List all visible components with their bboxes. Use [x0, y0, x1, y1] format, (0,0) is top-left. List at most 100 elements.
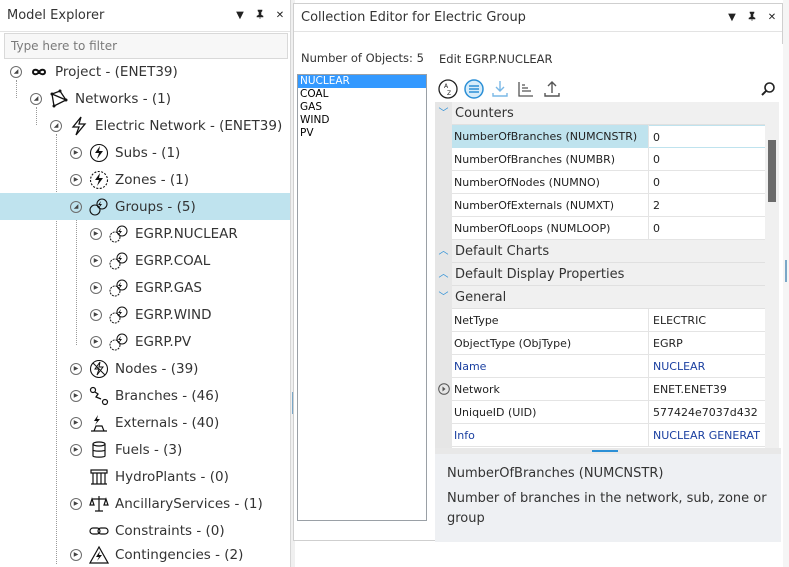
category-general[interactable]: ﹀ General [435, 285, 765, 309]
collapse-toggle-icon[interactable]: ◢ [10, 65, 22, 78]
tree-item-egrp-wind[interactable]: ▶ EGRP.WIND [0, 301, 290, 328]
property-row[interactable]: NumberOfBranches (NUMCNSTR) 0 [435, 124, 765, 148]
object-list[interactable]: NUCLEAR COAL GAS WIND PV [297, 74, 427, 521]
scrollbar-thumb[interactable] [768, 140, 776, 202]
property-value[interactable]: EGRP [649, 332, 765, 355]
chevron-up-icon[interactable]: ︿ [435, 262, 452, 286]
property-value[interactable]: 0 [649, 148, 765, 171]
tree-item-egrp-coal[interactable]: ▶ EGRP.COAL [0, 247, 290, 274]
property-name: Name [452, 354, 649, 378]
chevron-down-icon[interactable]: ﹀ [435, 102, 452, 125]
categorized-view-icon[interactable] [461, 77, 487, 101]
tree-item-zones[interactable]: ▶ Zones - (1) [0, 166, 290, 193]
chevron-down-icon[interactable]: ﹀ [435, 285, 452, 309]
property-row[interactable]: NumberOfNodes (NUMNO) 0 [435, 170, 765, 194]
splitter-grip[interactable] [592, 450, 618, 452]
object-list-item[interactable]: NUCLEAR [298, 75, 426, 88]
splitter-grip[interactable] [785, 260, 787, 282]
tree-item-electric-network[interactable]: ◢ Electric Network - (ENET39) [0, 112, 290, 139]
property-row[interactable]: NetType ELECTRIC [435, 308, 765, 332]
property-value[interactable]: 0 [649, 171, 765, 194]
description-text: Number of branches in the network, sub, … [447, 491, 767, 526]
expand-toggle-icon[interactable]: ▶ [70, 146, 82, 159]
expand-toggle-icon[interactable]: ▶ [70, 362, 82, 375]
expand-toggle-icon[interactable]: ▶ [70, 443, 82, 456]
tree-item-nodes[interactable]: ▶ Nodes - (39) [0, 355, 290, 382]
search-icon[interactable] [757, 78, 779, 100]
expand-toggle-icon[interactable]: ▶ [70, 416, 82, 429]
filter-input[interactable] [4, 33, 288, 59]
property-value[interactable]: 577424e7037d432 [649, 401, 765, 424]
property-row[interactable]: NumberOfBranches (NUMBR) 0 [435, 147, 765, 171]
property-search-input[interactable] [583, 79, 753, 99]
object-list-item[interactable]: COAL [298, 88, 426, 101]
tree-item-fuels[interactable]: ▶ Fuels - (3) [0, 436, 290, 463]
property-row[interactable]: Name NUCLEAR [435, 354, 765, 378]
collapse-toggle-icon[interactable]: ◢ [30, 92, 42, 105]
tree-item-label: Networks - (1) [75, 90, 171, 107]
tree-item-hydroplants[interactable]: HydroPlants - (0) [0, 463, 290, 490]
sort-alphabetical-icon[interactable]: AZ [435, 77, 461, 101]
sort-icon[interactable] [513, 77, 539, 101]
expand-toggle-icon[interactable]: ▶ [70, 173, 82, 186]
tree-item-subs[interactable]: ▶ Subs - (1) [0, 139, 290, 166]
expand-toggle-icon[interactable]: ▶ [90, 335, 102, 348]
property-value[interactable]: NUCLEAR [649, 355, 765, 378]
tree-item-constraints[interactable]: Constraints - (0) [0, 517, 290, 544]
category-default-display-properties[interactable]: ︿ Default Display Properties [435, 262, 765, 286]
expand-toggle-icon[interactable]: ▶ [70, 548, 82, 561]
property-value[interactable]: ENET.ENET39 [649, 378, 765, 401]
object-list-item[interactable]: PV [298, 127, 426, 140]
category-label: Default Display Properties [455, 266, 625, 282]
tree-item-branches[interactable]: ▶ Branches - (46) [0, 382, 290, 409]
object-list-item[interactable]: GAS [298, 101, 426, 114]
close-icon[interactable]: ✕ [762, 12, 782, 23]
property-row[interactable]: ObjectType (ObjType) EGRP [435, 331, 765, 355]
category-default-charts[interactable]: ︿ Default Charts [435, 239, 765, 263]
close-icon[interactable]: ✕ [270, 10, 290, 21]
expand-toggle-icon[interactable]: ▶ [70, 389, 82, 402]
category-counters[interactable]: ﹀ Counters [435, 102, 765, 125]
panel-splitter-right[interactable] [783, 0, 789, 567]
object-list-item[interactable]: WIND [298, 114, 426, 127]
property-value[interactable]: NUCLEAR GENERAT [649, 424, 765, 447]
tree-item-groups[interactable]: ◢ Groups - (5) [0, 193, 290, 220]
tree-item-egrp-gas[interactable]: ▶ EGRP.GAS [0, 274, 290, 301]
row-gutter [435, 124, 452, 148]
property-row[interactable]: Network ENET.ENET39 [435, 377, 765, 401]
property-row[interactable]: NumberOfExternals (NUMXT) 2 [435, 193, 765, 217]
tree-item-label: Electric Network - (ENET39) [95, 117, 283, 134]
property-row[interactable]: NumberOfLoops (NUMLOOP) 0 [435, 216, 765, 240]
tree-item-egrp-pv[interactable]: ▶ EGRP.PV [0, 328, 290, 355]
object-count-label: Number of Objects: 5 [301, 51, 424, 65]
collapse-toggle-icon[interactable]: ◢ [50, 119, 62, 132]
pin-icon[interactable] [742, 11, 762, 24]
expand-toggle-icon[interactable] [435, 377, 452, 401]
tree-item-ancillary-services[interactable]: ▶ AncillaryServices - (1) [0, 490, 290, 517]
tree-item-externals[interactable]: ▶ Externals - (40) [0, 409, 290, 436]
vertical-scrollbar[interactable] [765, 102, 779, 448]
tree-item-label: Zones - (1) [115, 171, 189, 188]
property-value[interactable]: 0 [649, 217, 765, 240]
property-value[interactable]: 0 [649, 124, 765, 148]
property-row[interactable]: Info NUCLEAR GENERAT [435, 423, 765, 447]
expand-toggle-icon[interactable]: ▶ [70, 497, 82, 510]
dropdown-arrow-icon[interactable]: ▼ [722, 12, 742, 23]
expand-toggle-icon[interactable]: ▶ [90, 281, 102, 294]
dropdown-arrow-icon[interactable]: ▼ [230, 10, 250, 21]
expand-toggle-icon[interactable]: ▶ [90, 254, 102, 267]
tree-item-egrp-nuclear[interactable]: ▶ EGRP.NUCLEAR [0, 220, 290, 247]
property-value[interactable]: ELECTRIC [649, 309, 765, 332]
expand-toggle-icon[interactable]: ▶ [90, 227, 102, 240]
import-icon[interactable] [487, 77, 513, 101]
collapse-toggle-icon[interactable]: ◢ [70, 200, 82, 213]
property-value[interactable]: 2 [649, 194, 765, 217]
export-icon[interactable] [539, 77, 565, 101]
expand-toggle-icon[interactable]: ▶ [90, 308, 102, 321]
tree-item-networks[interactable]: ◢ Networks - (1) [0, 85, 290, 112]
chevron-up-icon[interactable]: ︿ [435, 239, 452, 263]
tree-item-project[interactable]: ◢ Project - (ENET39) [0, 58, 290, 85]
property-row[interactable]: UniqueID (UID) 577424e7037d432 [435, 400, 765, 424]
tree-item-contingencies[interactable]: ▶ Contingencies - (2) [0, 541, 290, 567]
pin-icon[interactable] [250, 9, 270, 22]
